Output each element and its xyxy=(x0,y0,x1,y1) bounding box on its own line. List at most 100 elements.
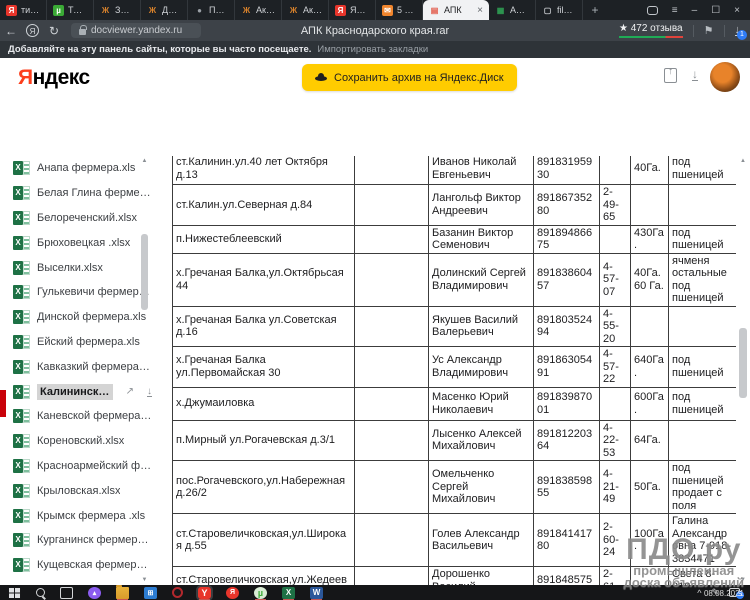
yandex-button-icon[interactable]: Я xyxy=(26,24,39,37)
archive-doc-icon: ▤ xyxy=(429,5,440,16)
back-icon[interactable]: ← xyxy=(0,24,22,38)
restore-icon[interactable]: ☐ xyxy=(711,5,720,16)
sidebar-file-item[interactable]: XЕйский фермера.xls xyxy=(0,330,152,355)
folder-icon[interactable] xyxy=(116,587,129,599)
sidebar-file-item[interactable]: XКрымск фермера .xls xyxy=(0,503,152,528)
excel-x-glyph: X xyxy=(13,409,23,423)
menu-icon[interactable]: ≡ xyxy=(672,5,678,16)
yapp-icon[interactable]: Я xyxy=(226,587,239,599)
browser-tab[interactable]: ЖАкция xyxy=(282,0,329,20)
browser-tab[interactable]: Ятихое xyxy=(0,0,47,20)
avatar[interactable] xyxy=(710,62,740,92)
table-row: п.НижестеблеевскийБазанин Виктор Семенов… xyxy=(173,225,737,253)
document-scroll-thumb[interactable] xyxy=(739,328,747,398)
sidebar-file-item[interactable]: XКавказкий фермера .xls xyxy=(0,354,152,379)
search-icon[interactable] xyxy=(36,588,45,597)
tab-close-icon[interactable]: × xyxy=(477,5,483,16)
refresh-icon[interactable]: ↻ xyxy=(43,24,65,38)
download-file-icon[interactable]: ↓ xyxy=(692,69,698,81)
sidebar-file-item[interactable]: XВыселки.xlsx xyxy=(0,255,152,280)
excel-file-icon: X xyxy=(13,360,30,374)
excel-sheet-lines xyxy=(23,211,30,225)
table-cell: ст.Калинин.ул.40 лет Октября д.13 xyxy=(173,156,355,185)
browser-tab[interactable]: ✉5 - От xyxy=(376,0,423,20)
excel-x-glyph: X xyxy=(13,211,23,225)
table-cell: 4-22-53 xyxy=(600,420,631,461)
new-tab-button[interactable]: + xyxy=(583,0,607,20)
notifications-icon[interactable]: 5 xyxy=(729,588,740,597)
excel-file-icon: X xyxy=(13,409,30,423)
sidebar-file-item[interactable]: XКрасноармейский фер... xls xyxy=(0,454,152,479)
redapp-icon[interactable] xyxy=(172,587,183,598)
table-cell xyxy=(669,306,737,347)
close-icon[interactable]: × xyxy=(734,5,740,16)
scroll-down-icon[interactable]: ▼ xyxy=(738,575,748,585)
browser-tab[interactable]: ЯЯндек xyxy=(329,0,376,20)
excel-sheet-lines xyxy=(23,558,30,572)
sidebar-file-item[interactable]: XБелореченский.xlsx xyxy=(0,206,152,231)
bookmark-icon[interactable]: ⚑ xyxy=(704,24,714,37)
tab-label: Зерно xyxy=(115,5,134,15)
utorrent-icon[interactable]: µ xyxy=(254,587,267,599)
sidebar-file-item[interactable]: XБрюховецкая .xlsx xyxy=(0,230,152,255)
lock-icon xyxy=(79,29,86,35)
taskbar-icons: ▴ ⊞ Y Яµ X W xyxy=(8,587,323,599)
open-file-icon[interactable]: ↗ xyxy=(126,386,134,397)
pen-icon[interactable]: ✎ xyxy=(711,587,719,598)
minimize-icon[interactable]: – xyxy=(692,5,698,16)
table-cell: Галина Александровна 7-918-3834471 xyxy=(669,514,737,567)
scroll-up-icon[interactable]: ▲ xyxy=(140,156,149,166)
browser-tab[interactable]: µТихое xyxy=(47,0,94,20)
reviews-badge[interactable]: ★ 472 отзыва xyxy=(619,23,683,38)
sidebar-file-item[interactable]: XГулькевичи фермера.xls xyxy=(0,280,152,305)
sidebar-file-item[interactable]: XКалининский↗↓ xyxy=(0,379,152,404)
sidebar-scrollbar[interactable]: ▲ ▼ xyxy=(140,156,149,585)
excel-icon[interactable]: X xyxy=(282,587,295,599)
excel-sheet-lines xyxy=(23,261,30,275)
alice-icon[interactable]: ▴ xyxy=(88,587,101,599)
chat-icon[interactable] xyxy=(647,6,658,15)
table-cell: под пшеницей xyxy=(669,225,737,253)
browser-tab[interactable]: ▤АПК× xyxy=(423,0,489,20)
table-cell xyxy=(631,567,669,586)
browser-tab[interactable]: ЖАкция xyxy=(235,0,282,20)
table-cell xyxy=(355,225,429,253)
table-cell xyxy=(355,567,429,586)
store-icon[interactable]: ⊞ xyxy=(144,587,157,599)
sidebar-file-item[interactable]: XКрыловская.xlsx xyxy=(0,478,152,503)
taskview-icon[interactable] xyxy=(60,587,73,599)
browser-tab[interactable]: ▢file:/// xyxy=(536,0,583,20)
sidebar-file-item[interactable]: XДинской фермера.xls xyxy=(0,305,152,330)
import-bookmarks-link[interactable]: Импортировать закладки xyxy=(317,44,428,55)
sidebar-scroll-thumb[interactable] xyxy=(141,234,148,310)
word-icon[interactable]: W xyxy=(310,587,323,599)
share-icon[interactable]: ↑ xyxy=(664,68,677,83)
browser-tab[interactable]: ЖДоска xyxy=(141,0,188,20)
sidebar-file-item[interactable]: XКурганинск фермера .xls xyxy=(0,528,152,553)
browser-tab[interactable]: ЖЗерно xyxy=(94,0,141,20)
scroll-down-icon[interactable]: ▼ xyxy=(140,575,149,585)
sidebar-file-item[interactable]: XБелая Глина фермера.xlsx xyxy=(0,181,152,206)
save-to-disk-button[interactable]: Сохранить архив на Яндекс.Диск xyxy=(302,64,517,91)
ybrowser-icon[interactable]: Y xyxy=(198,587,211,599)
start-icon[interactable] xyxy=(8,587,21,599)
sidebar-file-item[interactable]: XКаневской фермера .xls xyxy=(0,404,152,429)
downloads-icon[interactable]: ↓ 1 xyxy=(735,25,741,36)
tray-chevron-icon[interactable]: ^ xyxy=(697,588,701,598)
windows-taskbar: ▴ ⊞ Y Яµ X W ^ ✎ 5 xyxy=(0,585,750,600)
address-bar[interactable]: docviewer.yandex.ru xyxy=(71,23,201,38)
file-name: Крымск фермера .xls xyxy=(37,510,145,522)
excel-x-glyph: X xyxy=(13,236,23,250)
browser-tab[interactable]: ▦АПК В xyxy=(489,0,536,20)
browser-tab[interactable]: ●После xyxy=(188,0,235,20)
excel-sheet-lines xyxy=(23,434,30,448)
yandex-logo[interactable]: Яндекс xyxy=(18,66,90,90)
scroll-up-icon[interactable]: ▲ xyxy=(738,156,748,166)
sidebar-file-item[interactable]: XКущевская фермера.xls xyxy=(0,553,152,578)
sidebar-file-item[interactable]: XКореновский.xlsx xyxy=(0,429,152,454)
excel-x-glyph: X xyxy=(13,186,23,200)
document-scrollbar[interactable]: ▲ ▼ xyxy=(738,156,748,585)
sidebar-file-item[interactable]: XАнапа фермера.xls xyxy=(0,156,152,181)
divider xyxy=(724,25,725,37)
table-cell: под пшеницей xyxy=(669,156,737,185)
